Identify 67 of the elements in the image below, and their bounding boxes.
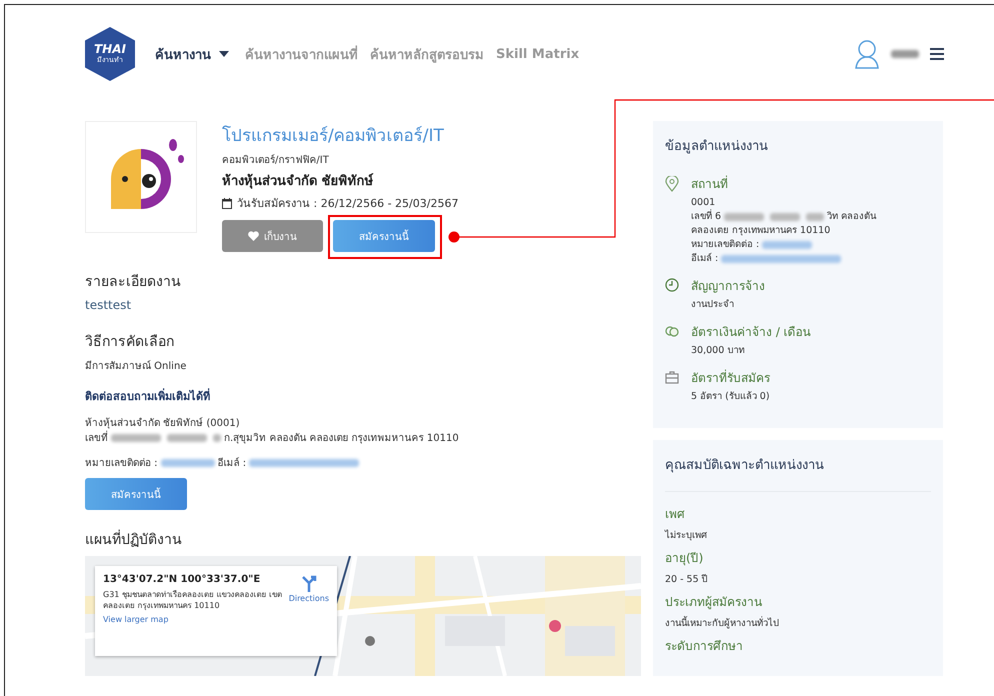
application-dates: วันรับสมัครงาน : 26/12/2566 - 25/03/2567 <box>237 196 458 212</box>
address-text: ก.สุขุมวิท คลองตัน คลองเตย กรุงเทพมหานคร 10110 <box>224 432 459 445</box>
menu-button[interactable] <box>930 48 944 60</box>
info-value: 30,000 บาท <box>691 344 746 358</box>
info-value: 5 อัตรา (รับแล้ว 0) <box>691 390 770 404</box>
info-label: อัตราที่รับสมัคร <box>691 368 770 387</box>
contact-company: ห้างหุ้นส่วนจำกัด ชัยพิทักษ์ (0001) <box>85 416 241 430</box>
redacted-text <box>111 434 161 442</box>
save-job-button[interactable]: เก็บงาน <box>222 220 323 252</box>
redacted-text <box>806 213 824 221</box>
redacted-text <box>167 434 207 442</box>
info-label: สัญญาการจ้าง <box>691 278 765 295</box>
info-label: เพศ <box>665 506 686 523</box>
nav-link[interactable]: Skill Matrix <box>496 46 580 62</box>
briefcase-icon <box>665 370 679 386</box>
redacted-text <box>724 213 764 221</box>
info-value: งานนี้เหมาะกับผู้หางานทั่วไป <box>665 615 780 630</box>
panel-title: ข้อมูลตำแหน่งงาน <box>665 138 769 156</box>
directions-icon <box>300 574 317 592</box>
email-label: อีเมล์ : <box>218 456 246 470</box>
coordinates: 13°43'07.2"N 100°33'37.0"E <box>103 574 262 585</box>
apply-button[interactable]: สมัครงานนี้ <box>85 478 187 510</box>
info-label: ระดับการศึกษา <box>665 638 744 655</box>
redacted-text <box>762 241 812 249</box>
nav-link[interactable]: ค้นหาหลักสูตรอบรม <box>370 44 484 64</box>
info-value: 20 - 55 ปี <box>665 573 709 586</box>
info-value: งานประจำ <box>691 298 735 312</box>
info-label: อัตราเงินค่าจ้าง / เดือน <box>691 324 811 341</box>
section-heading: รายละเอียดงาน <box>85 273 182 292</box>
address-text: เลขที่ 6 <box>691 210 722 224</box>
section-heading: แผนที่ปฏิบัติงาน <box>85 528 641 550</box>
info-label: สถานที่ <box>691 174 729 193</box>
address-text: วิท คลองตัน <box>827 210 876 224</box>
location-pin-icon <box>665 176 679 192</box>
redacted-text <box>213 434 221 442</box>
address-text: เลขที่ <box>85 430 108 445</box>
apply-button[interactable]: สมัครงานนี้ <box>333 220 435 252</box>
email-label: อีเมล์ : <box>691 252 718 266</box>
phone-label: หมายเลขติดต่อ : <box>691 238 760 252</box>
job-category: คอมพิวเตอร์/กราฟฟิค/IT <box>222 153 330 167</box>
section-text: มีการสัมภาษณ์ Online <box>85 359 188 373</box>
nav-link[interactable]: ค้นหางานจากแผนที่ <box>245 44 358 64</box>
info-value: 0001 <box>691 196 716 209</box>
logo-text: THAI <box>94 43 126 55</box>
view-larger-map-link[interactable]: View larger map <box>103 615 283 624</box>
redacted-text <box>770 213 800 221</box>
map-address: G31 ชุมชนตลาดท่าเรือคลองเตย แขวงคลองเตย เขตคลองเตย กรุงเทพมหานคร 10110 <box>103 589 283 611</box>
section-text: testtest <box>85 298 132 312</box>
panel-title: คุณสมบัติเฉพาะตำแหน่งงาน <box>665 454 931 492</box>
calendar-icon <box>222 198 232 208</box>
section-heading: ติดต่อสอบถามเพิ่มเติมได้ที่ <box>85 387 211 405</box>
phone-label: หมายเลขติดต่อ : <box>85 457 158 470</box>
heart-icon <box>248 231 259 241</box>
directions-link[interactable]: Directions <box>288 574 329 648</box>
address-text: คลองเตย กรุงเทพมหานคร 10110 <box>691 224 832 238</box>
nav-link[interactable]: ค้นหางาน <box>155 44 211 64</box>
redacted-text <box>160 458 215 466</box>
section-heading: วิธีการคัดเลือก <box>85 333 175 352</box>
job-title: โปรแกรมเมอร์/คอมพิวเตอร์/IT <box>222 124 445 148</box>
menu-icon <box>930 48 944 60</box>
info-value: ไม่ระบุเพศ <box>665 528 708 542</box>
clock-icon <box>665 278 679 294</box>
avatar-icon <box>854 39 880 69</box>
redacted-text <box>891 50 919 58</box>
company-name: ห้างหุ้นส่วนจำกัด ชัยพิทักษ์ <box>222 172 375 191</box>
info-label: ประเภทผู้สมัครงาน <box>665 594 763 611</box>
info-label: อายุ(ปี) <box>665 550 704 567</box>
